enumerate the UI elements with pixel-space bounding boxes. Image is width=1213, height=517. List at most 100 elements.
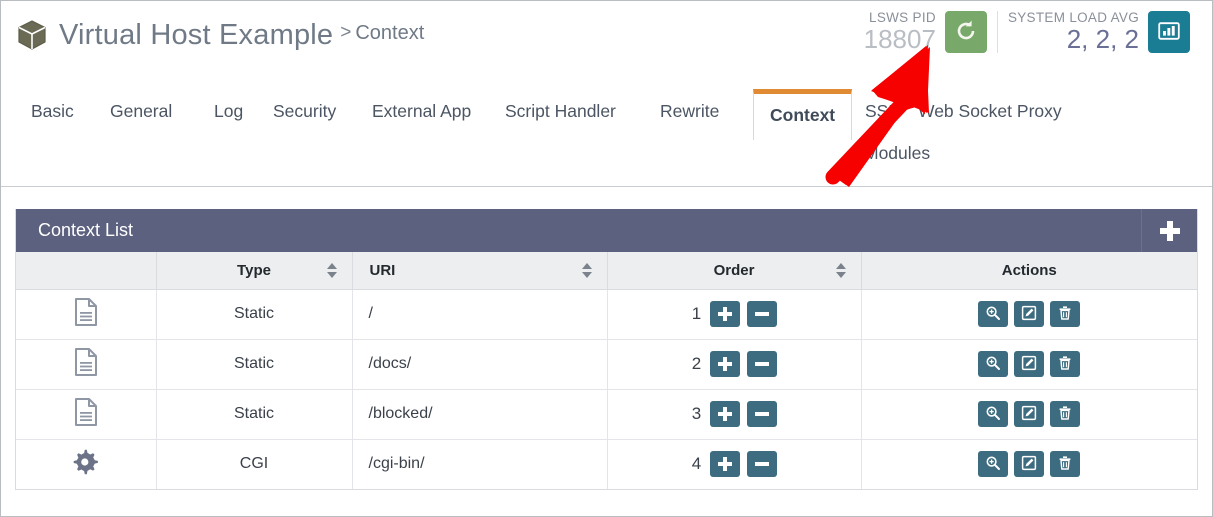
view-icon (985, 405, 1001, 424)
document-icon (73, 347, 99, 381)
tab-modules[interactable]: Modules (864, 143, 930, 164)
row-uri: /cgi-bin/ (352, 439, 608, 489)
move-down-button[interactable] (747, 301, 778, 327)
document-icon (73, 297, 99, 331)
view-icon (985, 305, 1001, 324)
view-context-button[interactable] (978, 301, 1009, 327)
move-up-button[interactable] (710, 301, 741, 327)
view-icon (985, 455, 1001, 474)
gear-icon (72, 449, 100, 480)
row-order-cell: 4 (607, 439, 862, 489)
tab-rewrite[interactable]: Rewrite (660, 101, 719, 122)
virtual-host-title: Virtual Host Example (59, 18, 334, 51)
move-down-button[interactable] (747, 401, 778, 427)
edit-icon (1021, 305, 1037, 324)
tab-basic[interactable]: Basic (31, 101, 74, 122)
tab-external-app[interactable]: External App (372, 101, 471, 122)
column-header-icon (16, 252, 157, 290)
column-header-uri[interactable]: URI (352, 252, 608, 290)
row-type: CGI (156, 439, 353, 489)
row-uri: / (352, 289, 608, 340)
row-order-cell: 2 (607, 339, 862, 390)
tab-context[interactable]: Context (753, 89, 853, 140)
view-icon (985, 355, 1001, 374)
column-label-order: Order (713, 261, 755, 279)
row-type: Static (156, 339, 353, 390)
column-header-order[interactable]: Order (607, 252, 862, 290)
plus-icon (1159, 220, 1180, 241)
row-order-cell: 1 (607, 289, 862, 340)
context-list-panel: Context List Type URI Order Actions Stat… (15, 209, 1198, 490)
plus-icon (718, 357, 733, 371)
row-order-value: 3 (691, 404, 702, 423)
sort-icon-type[interactable] (326, 262, 337, 279)
delete-icon (1057, 405, 1073, 424)
row-order-value: 4 (691, 454, 702, 474)
row-uri: /blocked/ (352, 389, 608, 440)
plus-icon (718, 407, 733, 421)
delete-context-button[interactable] (1050, 401, 1081, 427)
row-order-cell: 3 (607, 389, 862, 440)
minus-icon (755, 407, 770, 421)
sort-icon-order[interactable] (835, 262, 846, 279)
move-up-button[interactable] (710, 401, 741, 427)
edit-icon (1021, 455, 1037, 474)
move-down-button[interactable] (747, 451, 778, 478)
table-header-row: Type URI Order Actions (16, 252, 1197, 290)
move-down-button[interactable] (747, 351, 778, 377)
delete-icon (1057, 305, 1073, 324)
column-header-actions: Actions (861, 252, 1197, 290)
edit-context-button[interactable] (1014, 401, 1045, 427)
row-actions-cell (861, 439, 1197, 489)
tab-script-handler[interactable]: Script Handler (505, 101, 616, 122)
tab-security[interactable]: Security (273, 101, 336, 122)
edit-icon (1021, 355, 1037, 374)
table-row: Static /docs/ 2 (16, 339, 1197, 390)
tab-log[interactable]: Log (214, 101, 243, 122)
tab-ssl[interactable]: SSL (865, 101, 898, 122)
add-context-button[interactable] (1141, 209, 1197, 252)
panel-header: Context List (16, 209, 1197, 252)
row-type-icon-cell (16, 439, 157, 489)
delete-context-button[interactable] (1050, 301, 1081, 327)
column-header-type[interactable]: Type (156, 252, 353, 290)
column-label-uri: URI (369, 261, 396, 279)
column-label-type: Type (237, 261, 271, 279)
context-table: Type URI Order Actions Static / 1 Static… (16, 252, 1197, 489)
tab-list: Basic General Log Security External App … (15, 87, 1198, 186)
row-uri: /docs/ (352, 339, 608, 390)
edit-context-button[interactable] (1014, 351, 1045, 377)
view-context-button[interactable] (978, 451, 1009, 478)
row-actions-cell (861, 389, 1197, 440)
delete-context-button[interactable] (1050, 351, 1081, 377)
breadcrumb: Virtual Host Example > Context (15, 18, 424, 52)
app-window: Virtual Host Example > Context LSWS PID … (0, 0, 1213, 517)
move-up-button[interactable] (710, 451, 741, 478)
statistics-button[interactable] (1148, 11, 1190, 54)
system-load-avg-value: 2, 2, 2 (1066, 24, 1139, 55)
plus-icon (718, 457, 733, 472)
edit-context-button[interactable] (1014, 301, 1045, 327)
breadcrumb-separator: > (340, 22, 352, 43)
tab-web-socket-proxy[interactable]: Web Socket Proxy (918, 101, 1062, 122)
column-label-actions: Actions (1001, 261, 1057, 279)
row-actions-cell (861, 339, 1197, 390)
refresh-button[interactable] (944, 11, 987, 54)
view-context-button[interactable] (978, 351, 1009, 377)
delete-icon (1057, 355, 1073, 374)
tab-general[interactable]: General (110, 101, 172, 122)
lsws-pid-label: LSWS PID (869, 10, 936, 25)
row-actions-cell (861, 289, 1197, 340)
move-up-button[interactable] (710, 351, 741, 377)
sort-icon-uri[interactable] (581, 262, 592, 279)
system-load-avg-stat: SYSTEM LOAD AVG 2, 2, 2 (996, 10, 1200, 55)
bar-chart-icon (1156, 18, 1182, 47)
row-order-value: 1 (691, 304, 702, 323)
edit-context-button[interactable] (1014, 451, 1045, 478)
minus-icon (755, 457, 770, 471)
view-context-button[interactable] (978, 401, 1009, 427)
minus-icon (755, 357, 770, 371)
delete-context-button[interactable] (1050, 451, 1081, 478)
breadcrumb-current-page: Context (355, 21, 425, 44)
row-order-value: 2 (691, 354, 702, 373)
